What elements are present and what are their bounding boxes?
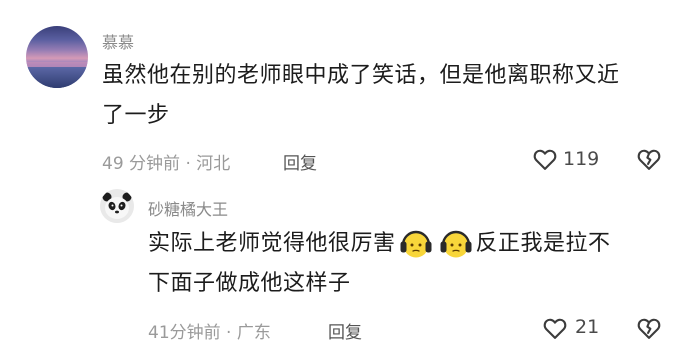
like-count: 21 <box>575 316 600 338</box>
reply-timestamp: 41分钟前 · 广东 <box>148 323 271 343</box>
comment-text: 虽然他在别的老师眼中成了笑话，但是他离职称又近 了一步 <box>102 56 662 136</box>
comment-text-line2: 了一步 <box>102 103 170 128</box>
comment-text-line1: 虽然他在别的老师眼中成了笑话，但是他离职称又近 <box>102 63 620 88</box>
reply-button[interactable]: 回复 <box>283 149 317 174</box>
reply-text-line1: 实际上老师觉得他很厉害 反正我是拉不 <box>148 224 668 264</box>
like-count: 119 <box>563 148 600 170</box>
reply-username[interactable]: 砂糖橘大王 <box>148 196 228 220</box>
reply-text-line2: 下面子做成他这样子 <box>148 271 351 296</box>
broken-heart-icon[interactable] <box>635 145 663 173</box>
heart-outline-icon[interactable] <box>531 145 559 173</box>
comment-timestamp: 49 分钟前 · 河北 <box>102 154 231 174</box>
reply-text: 实际上老师觉得他很厉害 反正我是拉不 下面子做成他这样子 <box>148 224 668 304</box>
reply-button[interactable]: 回复 <box>328 318 362 343</box>
avatar[interactable] <box>26 26 88 88</box>
broken-heart-icon[interactable] <box>635 314 663 342</box>
headphone-face-emoji-icon <box>398 226 434 262</box>
comment-username[interactable]: 慕慕 <box>102 29 134 53</box>
reply-text-line1-part1: 实际上老师觉得他很厉害 <box>148 231 396 256</box>
avatar[interactable] <box>100 189 134 223</box>
headphone-face-emoji-icon <box>438 226 474 262</box>
reply-text-line1-part2: 反正我是拉不 <box>475 231 611 256</box>
heart-outline-icon[interactable] <box>541 314 569 342</box>
